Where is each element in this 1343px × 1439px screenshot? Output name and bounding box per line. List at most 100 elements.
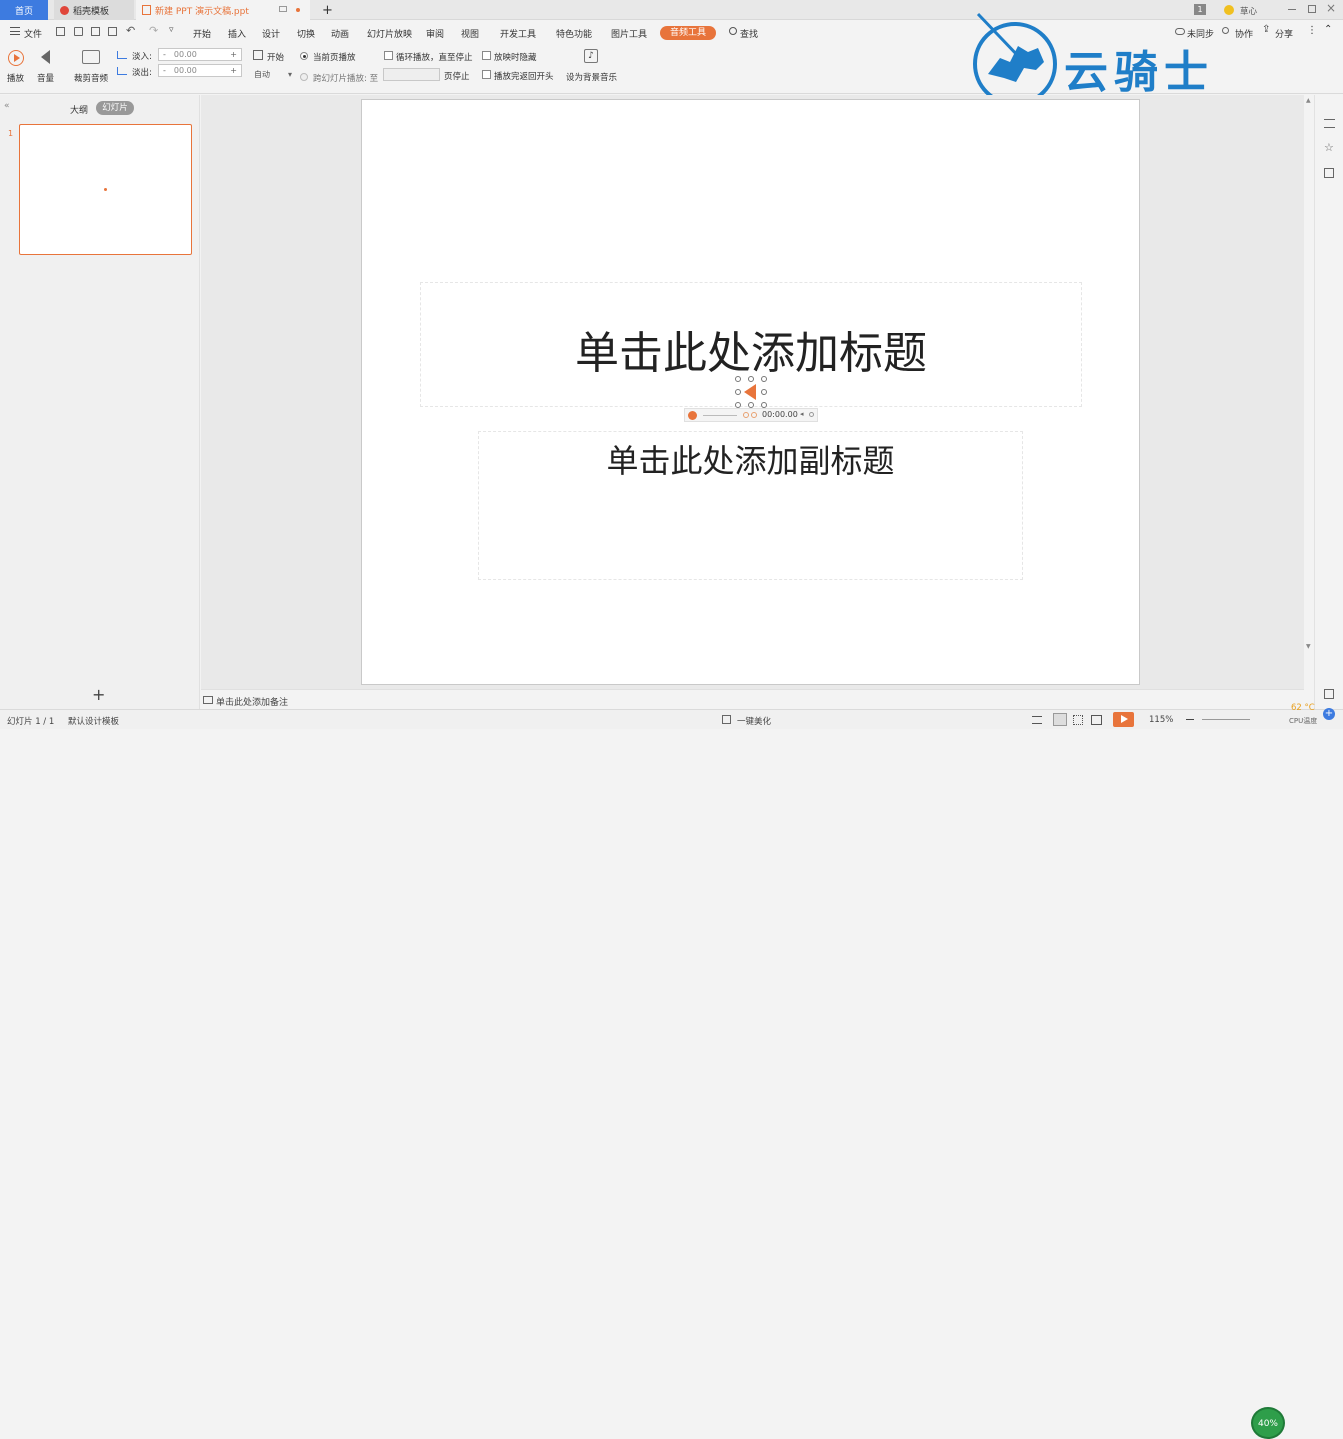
cpu-label: CPU温度 xyxy=(1289,717,1318,725)
hamburger-icon[interactable] xyxy=(10,27,20,35)
selection-handle[interactable] xyxy=(735,389,741,395)
trim-audio-button[interactable]: 裁剪音频 xyxy=(72,50,112,84)
play-label: 播放 xyxy=(7,74,25,84)
current-page-radio[interactable] xyxy=(300,52,308,60)
watermark-text: 云骑士 xyxy=(1064,47,1214,98)
status-bar: 幻灯片 1 / 1 默认设计模板 一键美化 115% 40% 62 °C CPU… xyxy=(0,703,1343,1439)
collapse-panel-icon[interactable]: « xyxy=(4,101,10,111)
audio-play-button[interactable] xyxy=(688,411,697,420)
collapse-ribbon-icon[interactable]: ⌃ xyxy=(1324,24,1332,35)
audio-speaker-icon xyxy=(744,384,756,400)
print-icon[interactable] xyxy=(74,27,83,36)
rewind-checkbox[interactable] xyxy=(482,70,491,79)
add-slide-button[interactable]: + xyxy=(92,685,105,704)
selection-handle[interactable] xyxy=(761,389,767,395)
normal-view-icon[interactable] xyxy=(1053,713,1067,726)
new-tab-label: + xyxy=(322,2,333,18)
selection-handle[interactable] xyxy=(761,376,767,382)
audio-settings-icon[interactable] xyxy=(809,412,814,417)
menu-item-insert[interactable]: 插入 xyxy=(228,27,246,40)
save-icon[interactable] xyxy=(56,27,65,36)
menu-item-design[interactable]: 设计 xyxy=(262,27,280,40)
menu-item-animation[interactable]: 动画 xyxy=(331,27,349,40)
menu-item-picture-tools[interactable]: 图片工具 xyxy=(611,27,647,40)
fade-out-input[interactable]: -00.00 + xyxy=(158,64,242,77)
selection-handle[interactable] xyxy=(735,376,741,382)
cross-slide-radio[interactable] xyxy=(300,73,308,81)
menu-item-audio-tools[interactable]: 音频工具 xyxy=(660,26,716,40)
tab-document-label: 新建 PPT 演示文稿.ppt xyxy=(155,6,249,17)
menu-item-features[interactable]: 特色功能 xyxy=(556,27,592,40)
more-icon[interactable]: ⋮ xyxy=(1307,25,1317,36)
audio-rewind-button[interactable] xyxy=(743,412,749,418)
notes-placeholder[interactable]: 单击此处添加备注 xyxy=(216,695,288,708)
stop-page-input[interactable] xyxy=(383,68,440,81)
outline-tab[interactable]: 大纲 xyxy=(70,103,88,116)
audio-forward-button[interactable] xyxy=(751,412,757,418)
title-placeholder[interactable]: 单击此处添加标题 xyxy=(421,317,1081,381)
cross-slide-label: 跨幻灯片播放: 至 xyxy=(313,74,379,84)
bg-music-button[interactable]: ♪ 设为背景音乐 xyxy=(564,49,620,85)
copy-icon[interactable] xyxy=(1324,168,1334,178)
export-icon[interactable] xyxy=(108,27,117,36)
start-mode-select[interactable]: 自动 ▾ xyxy=(250,68,294,81)
menu-item-view[interactable]: 视图 xyxy=(461,27,479,40)
play-button[interactable]: 播放 xyxy=(6,50,26,84)
menu-item-transition[interactable]: 切换 xyxy=(297,27,315,40)
subtitle-placeholder[interactable]: 单击此处添加副标题 xyxy=(479,436,1022,482)
redo-icon[interactable]: ↷ xyxy=(149,24,158,37)
tab-template[interactable]: 稻壳模板 xyxy=(54,0,134,20)
menu-item-developer[interactable]: 开发工具 xyxy=(500,27,536,40)
star-icon[interactable]: ☆ xyxy=(1324,141,1334,154)
search-label[interactable]: 查找 xyxy=(740,27,758,40)
right-toolbar: ☆ xyxy=(1314,95,1343,709)
audio-object[interactable] xyxy=(735,376,767,408)
properties-icon[interactable] xyxy=(1324,119,1335,128)
menu-item-slideshow[interactable]: 幻灯片放映 xyxy=(367,27,412,40)
reading-view-icon[interactable] xyxy=(1091,715,1102,725)
fade-in-value: 00.00 xyxy=(173,50,197,59)
zoom-out-button[interactable] xyxy=(1186,719,1194,720)
menu-file[interactable]: 文件 xyxy=(24,27,42,40)
audio-volume-icon[interactable]: ◂ xyxy=(800,410,804,418)
close-button[interactable]: × xyxy=(1326,1,1336,15)
fade-out-value: 00.00 xyxy=(173,66,197,75)
speaker-icon xyxy=(41,50,50,64)
unsaved-dot-icon xyxy=(296,8,300,12)
menu-item-review[interactable]: 审阅 xyxy=(426,27,444,40)
selection-handle[interactable] xyxy=(748,376,754,382)
volume-button[interactable]: 音量 xyxy=(37,50,61,84)
undo-icon[interactable]: ↶ xyxy=(126,24,135,37)
bg-music-label: 设为背景音乐 xyxy=(566,73,618,83)
zoom-in-button[interactable]: + xyxy=(1323,708,1335,720)
notes-bar[interactable]: 单击此处添加备注 xyxy=(201,689,1304,709)
fade-in-input[interactable]: -00.00 + xyxy=(158,48,242,61)
hide-checkbox[interactable] xyxy=(482,51,491,60)
audio-progress-track[interactable] xyxy=(703,415,737,416)
loop-checkbox[interactable] xyxy=(384,51,393,60)
notes-toggle-icon[interactable] xyxy=(1032,716,1042,724)
tab-home[interactable]: 首页 xyxy=(0,0,48,20)
tab-document[interactable]: 新建 PPT 演示文稿.ppt xyxy=(136,0,310,20)
start-label: 开始 xyxy=(267,53,285,63)
print-preview-icon[interactable] xyxy=(91,27,100,36)
grid-icon[interactable] xyxy=(1324,689,1334,699)
slideshow-button[interactable] xyxy=(1113,712,1134,727)
search-icon[interactable] xyxy=(729,27,737,35)
menu-item-start[interactable]: 开始 xyxy=(193,27,211,40)
slideshow-play-icon xyxy=(1121,715,1128,723)
sorter-view-icon[interactable] xyxy=(1073,715,1083,725)
slide-thumbnail[interactable] xyxy=(19,124,192,255)
zoom-level[interactable]: 115% xyxy=(1149,715,1173,725)
quick-access-dropdown-icon[interactable]: ▿ xyxy=(169,25,174,35)
template-name[interactable]: 默认设计模板 xyxy=(68,715,119,727)
vertical-scrollbar[interactable]: ▲ ▼ xyxy=(1304,95,1314,689)
beautify-button[interactable]: 一键美化 xyxy=(737,715,771,727)
monitor-icon[interactable] xyxy=(279,6,287,12)
new-tab-button[interactable]: + xyxy=(316,0,334,20)
minimize-button[interactable] xyxy=(1288,9,1296,10)
slides-tab[interactable]: 幻灯片 xyxy=(96,101,134,115)
zoom-slider[interactable] xyxy=(1202,719,1250,720)
subtitle-placeholder-box[interactable]: 单击此处添加副标题 xyxy=(478,431,1023,580)
restore-button[interactable] xyxy=(1308,5,1316,13)
